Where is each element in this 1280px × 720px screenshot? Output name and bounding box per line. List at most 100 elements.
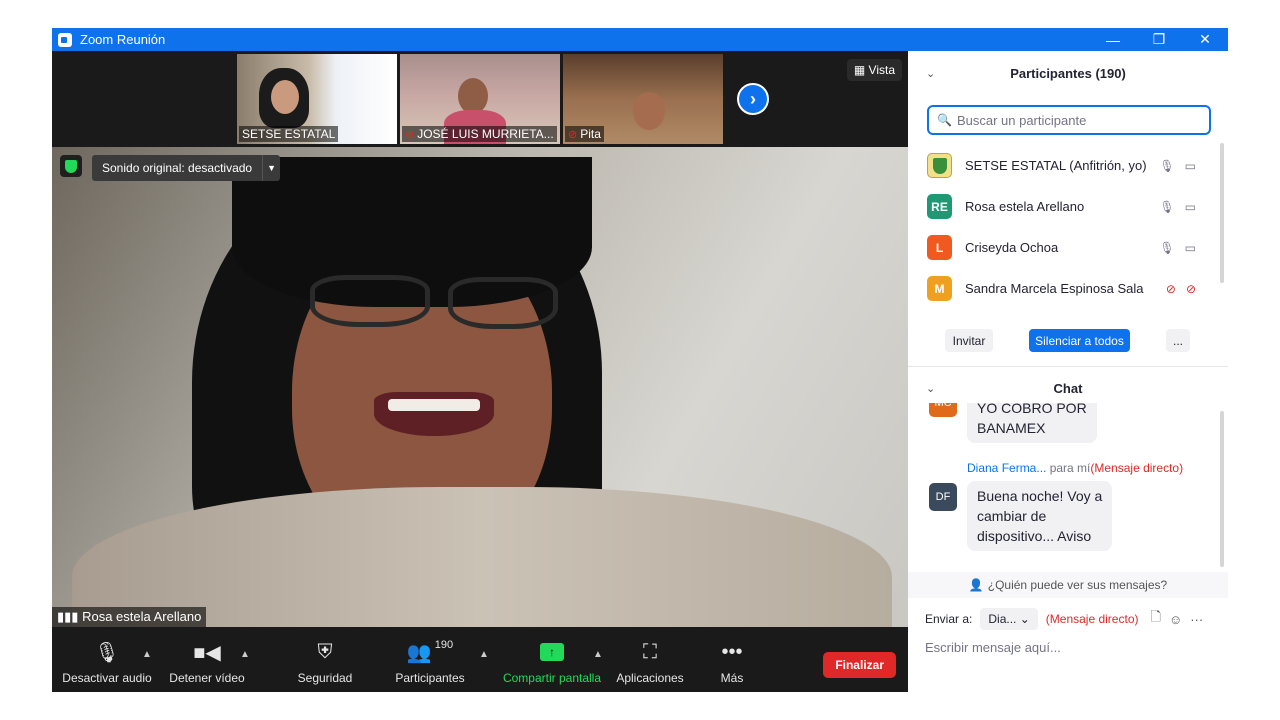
- participant-scrollbar[interactable]: [1220, 143, 1224, 283]
- chat-text-line: BANAMEX: [977, 420, 1046, 436]
- recipient-select[interactable]: Dia... ⌄: [980, 608, 1038, 630]
- original-sound-toggle[interactable]: Sonido original: desactivado ▼: [92, 155, 281, 181]
- mic-camera-icons: 🎙▭: [1159, 158, 1206, 173]
- thumbnail-tile[interactable]: SETSE ESTATAL: [237, 54, 397, 144]
- mute-audio-button[interactable]: 🎙 Desactivar audio: [62, 627, 152, 692]
- chat-sender-name[interactable]: Diana Ferma...: [967, 461, 1046, 475]
- close-button[interactable]: ✕: [1182, 28, 1228, 51]
- chat-text-line: cambiar de: [977, 508, 1047, 524]
- chat-message-input[interactable]: Escribir mensaje aquí...: [925, 640, 1061, 655]
- participant-face: [458, 78, 488, 114]
- participants-header: ⌄ Participantes (190): [908, 51, 1228, 95]
- chevron-right-icon: ›: [750, 88, 756, 109]
- thumbnail-strip: SETSE ESTATAL ⊘ JOSÉ LUIS MURRIETA... ⊘ Pi…: [52, 51, 908, 147]
- direct-message-label: (Mensaje directo): [1045, 612, 1139, 626]
- invite-button[interactable]: Invitar: [945, 329, 993, 352]
- participant-name: SETSE ESTATAL (Anfitrión, yo): [965, 158, 1147, 173]
- who-can-see-link[interactable]: 👤 ¿Quién puede ver sus mensajes?: [908, 572, 1228, 598]
- participant-row[interactable]: L Criseyda Ochoa 🎙▭: [908, 227, 1218, 268]
- participant-avatar: M: [927, 276, 952, 301]
- stop-video-button[interactable]: ■◀ Detener vídeo: [164, 627, 250, 692]
- end-meeting-button[interactable]: Finalizar: [823, 652, 896, 678]
- chat-avatar: MC: [929, 403, 957, 417]
- participants-title: Participantes (190): [1010, 65, 1126, 81]
- chat-scrollbar[interactable]: [1220, 411, 1224, 567]
- chat-text-line: dispositivo... Aviso: [977, 528, 1092, 544]
- participant-search-input[interactable]: 🔍 Buscar un participante: [927, 105, 1211, 135]
- chat-header: ⌄ Chat: [908, 373, 1228, 403]
- direct-message-tag: (Mensaje directo): [1090, 461, 1184, 475]
- thumbnail-tile[interactable]: ⊘ Pita: [563, 54, 723, 144]
- participant-name: Criseyda Ochoa: [965, 240, 1059, 255]
- shield-icon: ⛨: [317, 640, 333, 663]
- view-button[interactable]: ▦ Vista: [846, 59, 902, 81]
- participant-face: [271, 80, 299, 114]
- host-avatar: [927, 153, 952, 178]
- audio-options-caret[interactable]: ▲: [142, 649, 152, 660]
- person-lock-icon: 👤: [968, 578, 984, 592]
- share-options-caret[interactable]: ▲: [593, 649, 603, 660]
- encryption-shield-icon[interactable]: [60, 155, 82, 177]
- video-area: SETSE ESTATAL ⊘ JOSÉ LUIS MURRIETA... ⊘ Pi…: [52, 51, 908, 692]
- restore-button[interactable]: ❐: [1136, 28, 1182, 51]
- file-icon[interactable]: 🗋: [1150, 608, 1160, 630]
- side-panel: ⌄ Participantes (190) 🔍 Buscar un partic…: [908, 51, 1228, 692]
- participants-more-button[interactable]: ...: [1166, 329, 1190, 352]
- minimize-button[interactable]: —: [1090, 28, 1136, 51]
- collapse-chevron-icon[interactable]: ⌄: [926, 67, 935, 80]
- chat-avatar: DF: [929, 483, 957, 511]
- chevron-down-icon: ⌄: [1019, 612, 1030, 626]
- participant-row[interactable]: M Sandra Marcela Espinosa Sala ⊘⊘: [908, 268, 1218, 309]
- glasses-right-lens: [448, 277, 558, 329]
- emoji-icon[interactable]: ☺: [1169, 612, 1182, 627]
- chat-bubble: Buena noche! Voy a cambiar de dispositiv…: [967, 481, 1113, 551]
- chevron-down-icon[interactable]: ▼: [262, 155, 280, 181]
- glasses-left-lens: [310, 275, 430, 327]
- zoom-logo-icon: [58, 32, 72, 47]
- chat-messages: MC YO COBRO POR BANAMEX Diana Ferma... p…: [908, 403, 1218, 568]
- more-button[interactable]: ••• Más: [708, 627, 756, 692]
- thumbnail-tile[interactable]: ⊘ JOSÉ LUIS MURRIETA...: [400, 54, 560, 144]
- chat-text-line: YO COBRO POR: [977, 403, 1087, 416]
- meeting-toolbar: 🎙 Desactivar audio ▲ ■◀ Detener vídeo ▲ …: [52, 627, 908, 692]
- next-page-button[interactable]: ›: [737, 83, 769, 115]
- participant-avatar: RE: [927, 194, 952, 219]
- chat-title: Chat: [1053, 380, 1083, 396]
- participant-name: Rosa estela Arellano: [965, 199, 1085, 214]
- participant-list: SETSE ESTATAL (Anfitrión, yo) 🎙▭ RE Rosa…: [908, 145, 1218, 313]
- chat-bubble: YO COBRO POR BANAMEX: [967, 403, 1097, 443]
- participant-face: [633, 92, 665, 130]
- send-to-label: Enviar a:: [925, 612, 973, 626]
- crest-icon: [932, 157, 947, 174]
- share-screen-button[interactable]: ↑ Compartir pantalla: [500, 627, 604, 692]
- participants-button[interactable]: 👥 190 Participantes: [390, 627, 470, 692]
- search-icon: 🔍: [937, 113, 952, 127]
- mic-camera-icons: 🎙▭: [1159, 240, 1206, 255]
- participant-row[interactable]: RE Rosa estela Arellano 🎙▭: [908, 186, 1218, 227]
- video-options-caret[interactable]: ▲: [240, 649, 250, 660]
- speaker-name-label: ▮▮▮ Rosa estela Arellano: [52, 607, 207, 627]
- thumbnail-name: ⊘ Pita: [565, 126, 604, 142]
- thumbnail-name: ⊘ JOSÉ LUIS MURRIETA...: [402, 126, 557, 142]
- mute-all-button[interactable]: Silenciar a todos: [1029, 329, 1130, 352]
- chat-sender-line: Diana Ferma... para mí(Mensaje directo): [967, 461, 1183, 475]
- collapse-chevron-icon[interactable]: ⌄: [926, 382, 935, 395]
- muted-mic-icon: ⊘: [405, 129, 415, 141]
- apps-button[interactable]: ⛶ Aplicaciones: [614, 627, 686, 692]
- original-sound-label: Sonido original: desactivado: [102, 161, 253, 175]
- mic-camera-icons: 🎙▭: [1159, 199, 1206, 214]
- zoom-window: Zoom Reunión — ❐ ✕ SETSE ESTATAL ⊘ JOSÉ L…: [52, 28, 1228, 692]
- more-options-icon[interactable]: ···: [1190, 612, 1203, 627]
- participants-icon: 👥 190: [406, 639, 454, 664]
- participant-name: Sandra Marcela Espinosa Sala: [965, 281, 1144, 296]
- participants-options-caret[interactable]: ▲: [479, 649, 489, 660]
- video-camera-icon: ■◀: [193, 641, 221, 664]
- apps-icon: ⛶: [643, 640, 657, 663]
- signal-bars-icon: ▮▮▮: [57, 609, 83, 624]
- chat-recipient: para mí: [1049, 461, 1091, 475]
- participant-avatar: L: [927, 235, 952, 260]
- security-button[interactable]: ⛨ Seguridad: [288, 627, 362, 692]
- muted-mic-camera-icons: ⊘⊘: [1165, 281, 1206, 296]
- microphone-icon: 🎙: [94, 641, 120, 664]
- participant-row[interactable]: SETSE ESTATAL (Anfitrión, yo) 🎙▭: [908, 145, 1218, 186]
